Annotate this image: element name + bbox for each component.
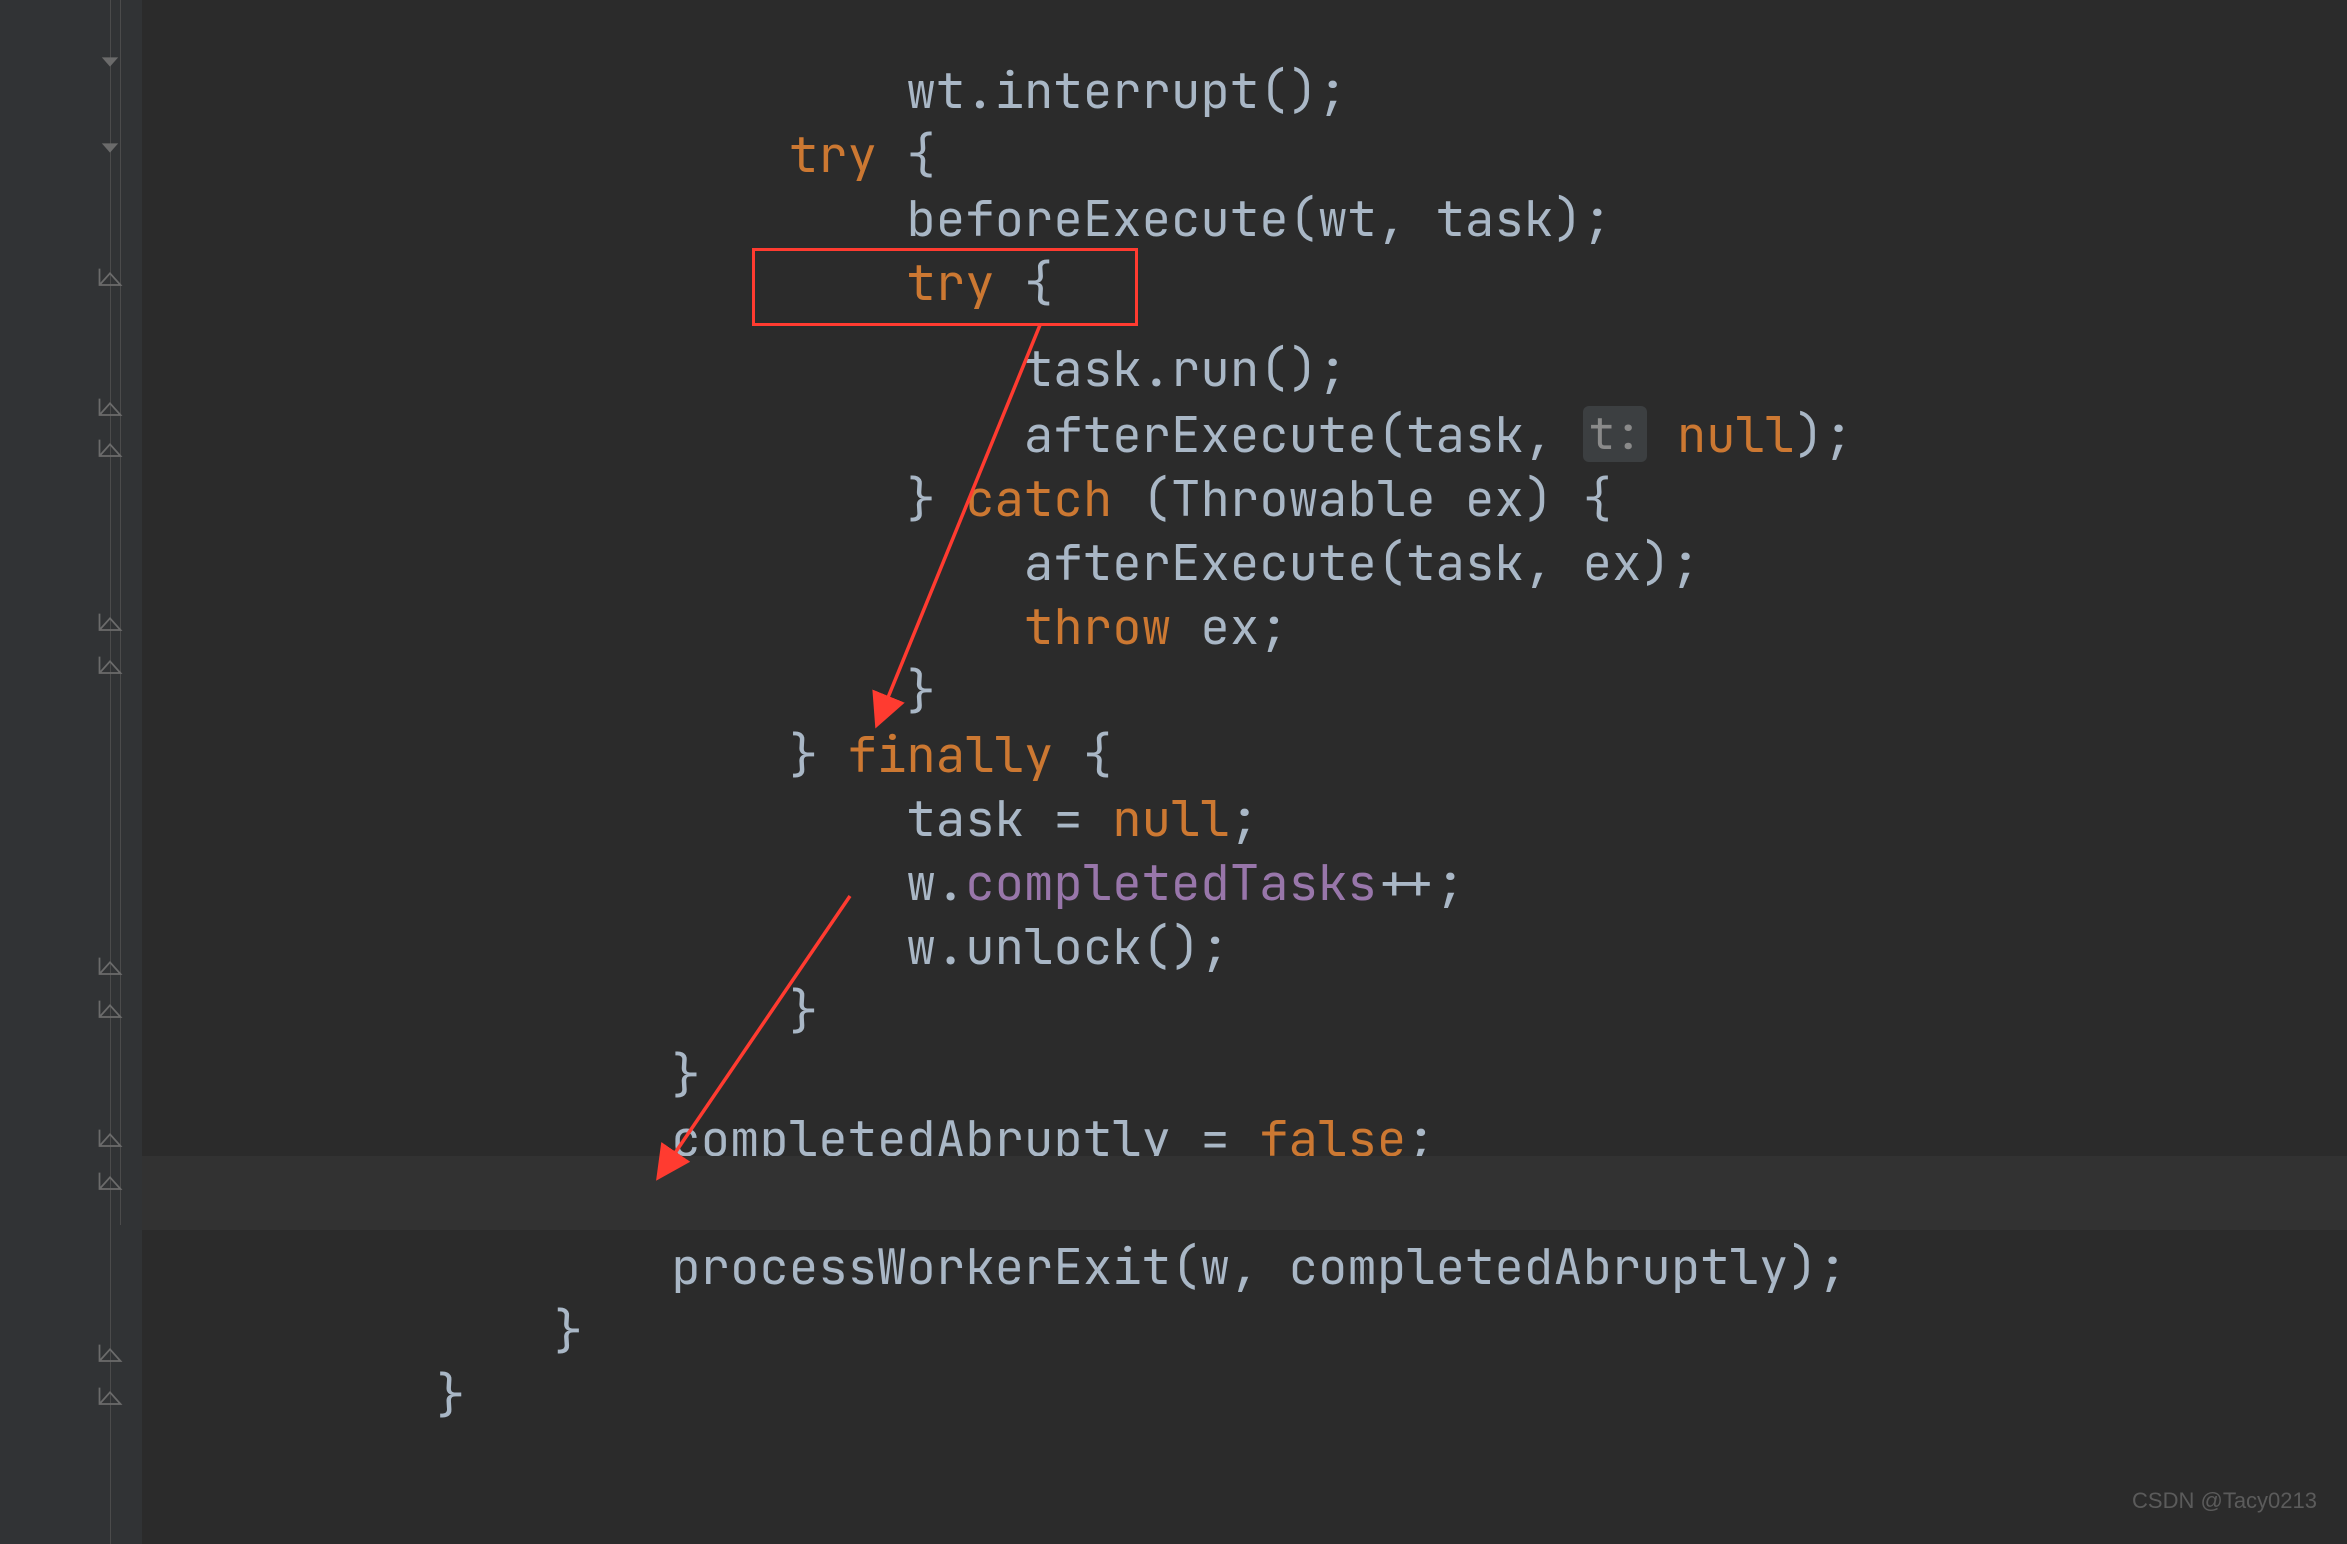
code-line[interactable]: } bbox=[142, 1220, 583, 1294]
code-line[interactable]: } finally { bbox=[142, 644, 1112, 718]
fold-end-icon[interactable] bbox=[96, 953, 124, 981]
fold-start-icon[interactable] bbox=[96, 134, 124, 162]
code-line[interactable]: afterExecute(task, t: null); bbox=[142, 324, 1853, 398]
code-line[interactable]: completedAbruptly = false; bbox=[142, 1028, 1436, 1102]
code-line[interactable]: try { bbox=[142, 44, 936, 118]
fold-end-icon[interactable] bbox=[96, 264, 124, 292]
code-line[interactable]: } bbox=[142, 580, 936, 654]
fold-start-icon[interactable] bbox=[96, 48, 124, 76]
code-editor[interactable]: wt.interrupt(); try { beforeExecute(wt, … bbox=[0, 0, 2347, 1544]
gutter bbox=[0, 0, 142, 1544]
fold-end-icon[interactable] bbox=[96, 394, 124, 422]
code-line[interactable]: afterExecute(task, ex); bbox=[142, 452, 1700, 526]
code-line[interactable]: w.unlock(); bbox=[142, 836, 1230, 910]
code-line[interactable]: } bbox=[142, 964, 701, 1038]
fold-end-icon[interactable] bbox=[96, 1168, 124, 1196]
code-line[interactable]: } finally { bbox=[142, 1092, 877, 1166]
code-line[interactable]: } bbox=[142, 1284, 465, 1358]
fold-end-icon[interactable] bbox=[96, 609, 124, 637]
code-line[interactable]: task = null; bbox=[142, 708, 1259, 782]
fold-end-icon[interactable] bbox=[96, 1383, 124, 1411]
fold-end-icon[interactable] bbox=[96, 1340, 124, 1368]
code-line-highlighted[interactable]: processWorkerExit(w, completedAbruptly); bbox=[142, 1156, 2347, 1230]
fold-end-icon[interactable] bbox=[96, 652, 124, 680]
code-line[interactable]: throw ex; bbox=[142, 516, 1289, 590]
code-line[interactable]: try { bbox=[142, 172, 1053, 246]
code-line[interactable]: w.completedTasks++; bbox=[142, 772, 1465, 846]
code-area[interactable]: wt.interrupt(); try { beforeExecute(wt, … bbox=[142, 0, 2347, 1544]
watermark: CSDN @Tacy0213 bbox=[2132, 1488, 2317, 1514]
code-line[interactable]: beforeExecute(wt, task); bbox=[142, 108, 1612, 182]
code-line[interactable]: } catch (Throwable ex) { bbox=[142, 388, 1612, 462]
fold-end-icon[interactable] bbox=[96, 996, 124, 1024]
code-line[interactable]: task.run(); bbox=[142, 258, 1347, 332]
fold-end-icon[interactable] bbox=[96, 1125, 124, 1153]
fold-end-icon[interactable] bbox=[96, 435, 124, 463]
code-line[interactable]: } bbox=[142, 900, 818, 974]
